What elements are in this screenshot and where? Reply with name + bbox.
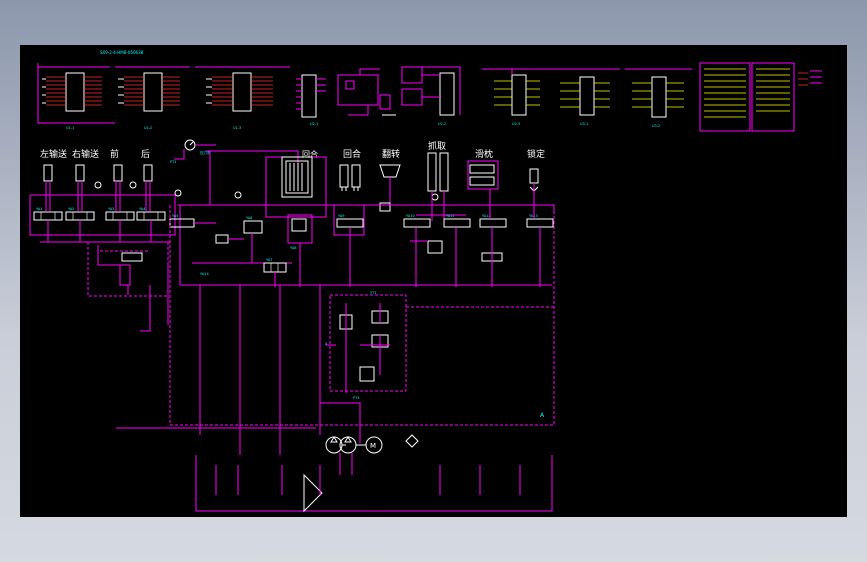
cylinder-label-rear: 后 [141, 149, 150, 160]
cylinder-label-lock: 锁定 [527, 148, 545, 160]
chip-label: U2-2 [438, 122, 446, 126]
cylinder-label-grab: 抓取 [428, 140, 446, 152]
drawing-title: SX9-2-4-HMB-05063B [100, 50, 144, 55]
valve-tag: YA6 [246, 216, 253, 220]
electrical-panel-8: U3-2 [625, 68, 692, 128]
cylinder-4 [143, 164, 153, 182]
valve-ya9 [403, 218, 431, 228]
valve-tag: YA13 [529, 214, 538, 218]
cylinder-label-left-conveyor: 左输送 [40, 148, 67, 160]
cylinder-grab-b [439, 152, 449, 192]
pump-motor-unit: M [116, 427, 553, 513]
cylinder-grab-a [427, 152, 437, 192]
valve-tag: YA8 [290, 246, 297, 250]
valve-ya2 [65, 211, 95, 221]
valve-tag: YA4 [139, 207, 146, 211]
electrical-panel-2: U1-2 [115, 66, 190, 130]
chip-label: U1-3 [233, 126, 241, 130]
electrical-panel-1: U1-1 [37, 63, 115, 130]
cylinder-2 [75, 164, 85, 182]
left-cylinder-group: 左输送 右输送 前 后 YA1 YA2 YA3 YA4 [29, 148, 176, 332]
cylinder-lock [529, 168, 539, 184]
hydraulic-schematic: SX9-2-4-HMB-05063B U1-1 U1-2 U1-3 U2-1 U… [29, 50, 822, 513]
valve-tag: YA7 [266, 258, 273, 262]
valve-tag: YA10 [406, 214, 415, 218]
valve-ya12 [526, 218, 554, 228]
motor-label: M [370, 442, 376, 450]
chip-label: U1-1 [66, 126, 74, 130]
cylinder-1 [43, 164, 53, 182]
valve-tag: YA14 [200, 272, 209, 276]
valve-tag: YA2 [68, 207, 75, 211]
filter-icon [405, 434, 419, 448]
block-tag: YT1 [370, 291, 377, 295]
cylinder-label-front: 前 [110, 148, 119, 160]
relief-valve-manifold [329, 294, 407, 392]
cylinder-label-flip: 翻转 [382, 148, 400, 160]
electrical-panel-7: U3-1 [554, 68, 620, 126]
chip-label: U1-2 [144, 126, 152, 130]
electrical-panel-3: U1-3 [195, 66, 290, 130]
valve-ya8 [336, 218, 364, 228]
valve-tag: YA9 [338, 214, 345, 218]
cylinder-label-right-conveyor: 右输送 [72, 148, 99, 160]
valve-tag: YA1 [36, 207, 43, 211]
terminal-panel [699, 62, 822, 132]
valve-ya11 [479, 218, 507, 228]
chip-label: U2-3 [512, 122, 520, 126]
valve-tag: YA3 [108, 207, 115, 211]
tank-icon [303, 473, 323, 513]
cylinder-label-ram: 滑枕 [475, 148, 493, 160]
cylinder-return-b [351, 164, 361, 188]
gauge-tag: PT1 [170, 160, 176, 164]
pressure-control-block: YT1 X PT4 [320, 291, 554, 443]
valve-ya4 [136, 211, 166, 221]
chip-label: U3-1 [580, 122, 588, 126]
drawing-canvas[interactable]: SX9-2-4-HMB-05063B U1-1 U1-2 U1-3 U2-1 U… [20, 45, 847, 517]
valve-tag: YA12 [482, 214, 491, 218]
valve-ya3 [105, 211, 135, 221]
cylinder-ram-b [469, 176, 495, 186]
circuit-tag: A [540, 412, 545, 419]
cylinder-label-return: 回合 [343, 148, 361, 160]
cylinder-3 [113, 164, 123, 182]
valve-tag: YA11 [446, 214, 455, 218]
electrical-panel-4: U2-1 [296, 68, 396, 126]
cylinder-return-a [339, 164, 349, 188]
center-press-assembly: 回合 YA8 [265, 149, 327, 287]
flip-motor [379, 164, 401, 178]
cylinder-ram-a [469, 164, 495, 174]
right-cylinder-group: 回合 翻转 抓取 滑枕 锁定 YA9 YA10 YA11 YA12 YA13 [333, 140, 554, 287]
electrical-panel-6: U2-3 [482, 68, 560, 126]
pressure-gauge: 压力表 PT1 [170, 139, 242, 199]
block-tag: PT4 [353, 396, 360, 400]
valve-tag: YA5 [172, 214, 179, 218]
chip-label: U2-1 [310, 122, 318, 126]
valve-ya10 [443, 218, 471, 228]
electrical-panel-5: U2-2 [401, 66, 461, 126]
chip-label: U3-2 [652, 124, 660, 128]
valve-ya1 [33, 211, 63, 221]
